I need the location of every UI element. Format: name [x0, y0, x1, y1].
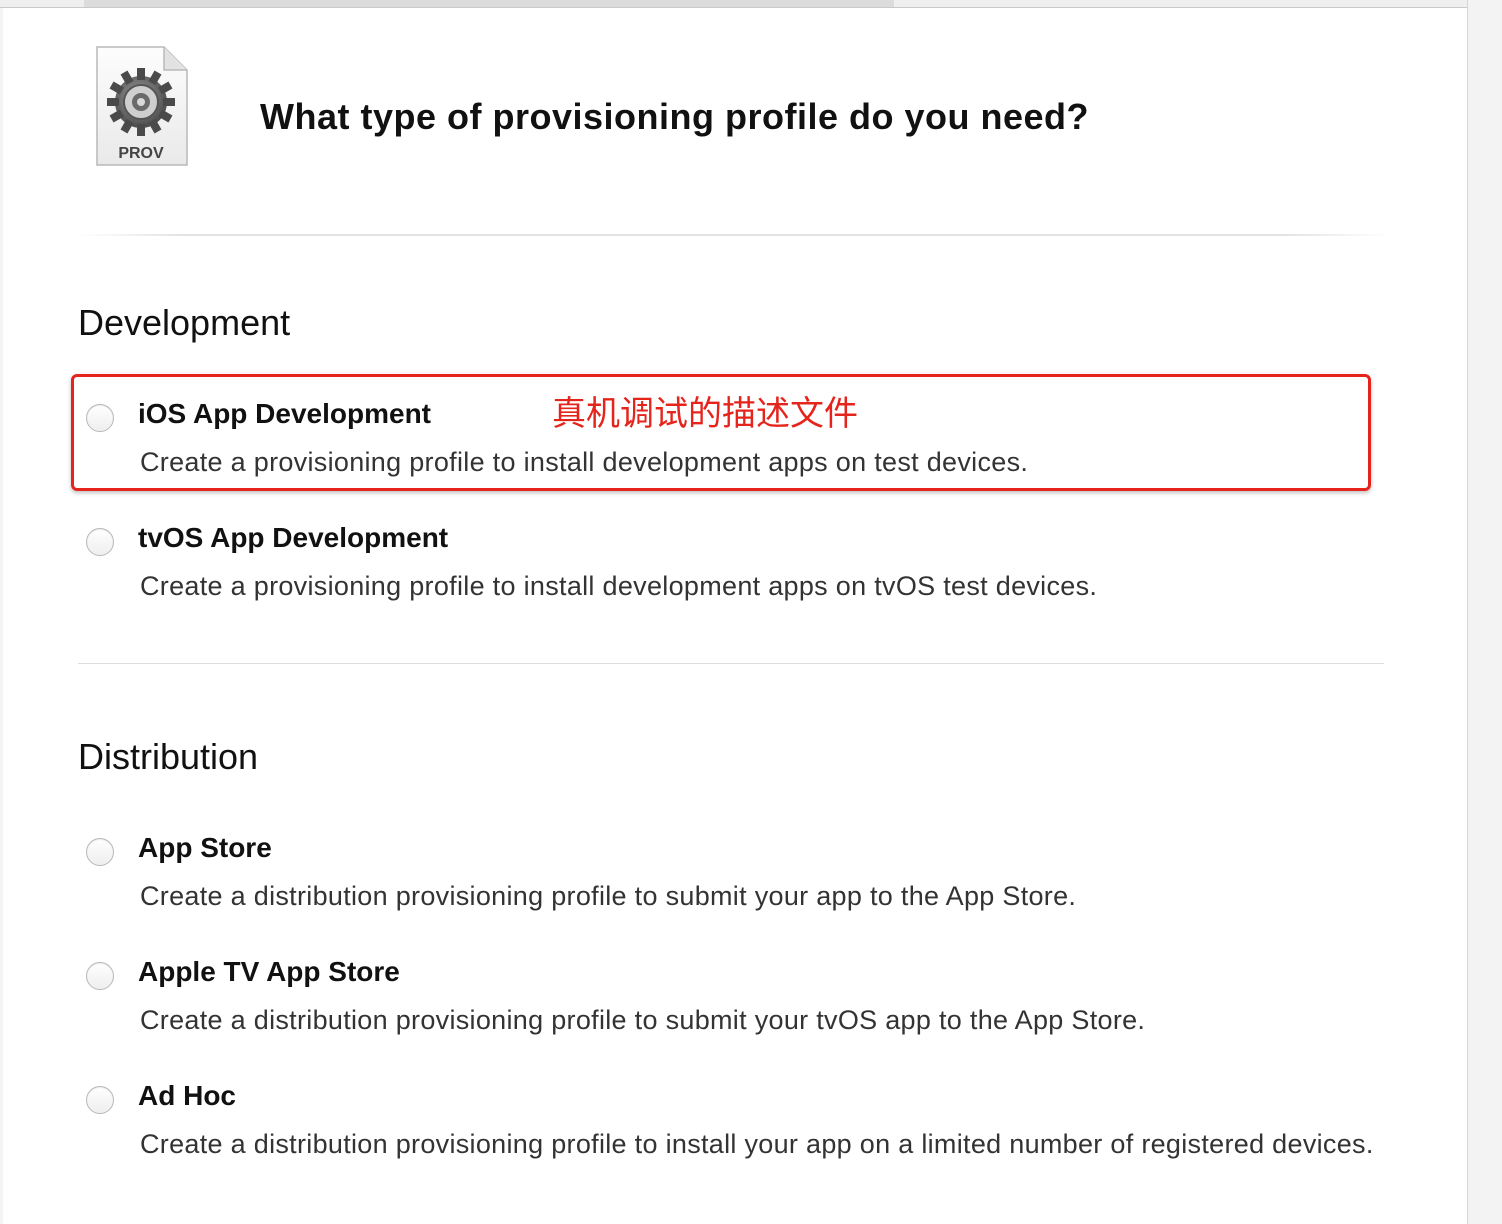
option-description: Create a distribution provisioning profi… — [140, 1129, 1374, 1159]
option-title[interactable]: App Store — [138, 832, 272, 864]
option-title[interactable]: Ad Hoc — [138, 1080, 236, 1112]
option-title[interactable]: tvOS App Development — [138, 522, 448, 554]
annotation-text: 真机调试的描述文件 — [552, 395, 858, 433]
header-divider — [78, 234, 1390, 236]
provisioning-profile-file-icon: PROV — [94, 44, 190, 168]
radio-tvos-app-development[interactable] — [86, 528, 114, 556]
scrollbar-track[interactable] — [1467, 0, 1502, 1224]
top-toolbar-edge — [0, 0, 1468, 8]
page-title: What type of provisioning profile do you… — [260, 96, 1089, 137]
option-description: Create a distribution provisioning profi… — [140, 1005, 1146, 1035]
section-divider — [78, 663, 1384, 664]
radio-ad-hoc[interactable] — [86, 1086, 114, 1114]
section-heading-development: Development — [78, 302, 291, 343]
option-description: Create a provisioning profile to install… — [140, 571, 1098, 601]
section-heading-distribution: Distribution — [78, 736, 259, 777]
svg-text:PROV: PROV — [118, 145, 164, 162]
option-description: Create a distribution provisioning profi… — [140, 881, 1077, 911]
radio-apple-tv-app-store[interactable] — [86, 962, 114, 990]
radio-app-store[interactable] — [86, 838, 114, 866]
window-left-edge — [0, 0, 3, 1224]
toolbar-segment — [84, 0, 894, 7]
option-title[interactable]: Apple TV App Store — [138, 956, 400, 988]
